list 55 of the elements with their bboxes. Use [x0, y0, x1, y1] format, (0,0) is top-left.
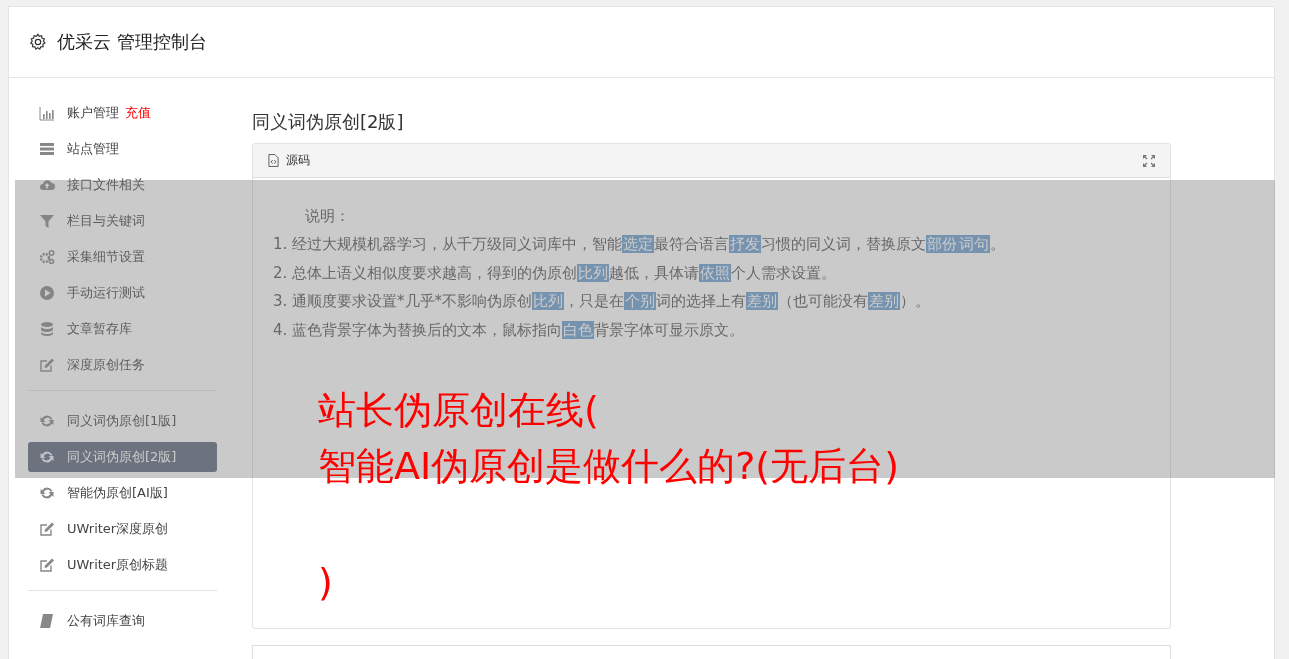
sidebar-item[interactable]: 公有词库查询 [28, 606, 217, 636]
menu-label: 公有词库查询 [67, 612, 145, 630]
overlay-caption-line: 站长伪原创在线( [318, 387, 600, 434]
sidebar-item[interactable]: 手动运行测试 [28, 278, 217, 308]
sidebar-item[interactable]: 接口文件相关 [28, 170, 217, 200]
sidebar-item[interactable]: 同义词伪原创[1版] [28, 406, 217, 436]
fullscreen-icon[interactable] [1142, 153, 1156, 168]
sidebar-item[interactable]: 同义词伪原创[2版] [28, 442, 217, 472]
settings-icon [29, 33, 47, 51]
console-title: 优采云 管理控制台 [57, 30, 207, 54]
play-icon [39, 285, 55, 301]
code-file-icon [268, 154, 279, 167]
refresh-icon [39, 485, 55, 501]
explanation-heading: 说明： [304, 206, 351, 227]
overlay-caption-line: 智能AI伪原创是做什么的?(无后台) [318, 443, 900, 490]
menu-label: 同义词伪原创[1版] [67, 412, 177, 430]
sidebar-item[interactable]: 栏目与关键词 [28, 206, 217, 236]
edit-icon [39, 357, 55, 373]
menu-label: 站点管理 [67, 140, 119, 158]
sidebar-item[interactable]: 采集细节设置 [28, 242, 217, 272]
edit-icon [39, 557, 55, 573]
menu-label: 文章暂存库 [67, 320, 132, 338]
explanation-line: 2. 总体上语义相似度要求越高，得到的伪原创比列越低，具体请依照个人需求设置。 [273, 262, 838, 284]
menu-label: 账户管理 [67, 104, 119, 122]
menu-label: 采集细节设置 [67, 248, 145, 266]
menu-label: UWriter深度原创 [67, 520, 169, 538]
menu-label: 深度原创任务 [67, 356, 145, 374]
refresh-icon [39, 449, 55, 465]
page-title: 同义词伪原创[2版] [252, 110, 405, 134]
sidebar-item[interactable]: UWriter原创标题 [28, 550, 217, 580]
explanation-line: 4. 蓝色背景字体为替换后的文本，鼠标指向 白色背景字体可显示原文。 [273, 319, 746, 341]
sidebar-item[interactable]: 智能伪原创[AI版] [28, 478, 217, 508]
filter-icon [39, 213, 55, 229]
source-button[interactable]: 源码 [268, 152, 310, 169]
recharge-link[interactable]: 充值 [125, 104, 151, 122]
explanation-line: 3. 通顺度要求设置*几乎*不影响伪原创比列，只是在个别词的选择上有差别（也可能没有差别）。 [273, 291, 932, 312]
cloud-upload-icon [39, 177, 55, 193]
menu-label: 栏目与关键词 [67, 212, 145, 230]
overlay-caption-line: ) [318, 559, 334, 606]
sidebar-item[interactable]: 深度原创任务 [28, 350, 217, 380]
menu-label: 同义词伪原创[2版] [67, 448, 177, 466]
edit-icon [39, 521, 55, 537]
sidebar-item[interactable]: 站点管理 [28, 134, 217, 164]
bar-chart-icon [39, 105, 55, 121]
menu-label: 智能伪原创[AI版] [67, 484, 168, 502]
menu-label: 接口文件相关 [67, 176, 145, 194]
menu-label: UWriter原创标题 [67, 556, 169, 574]
refresh-icon [39, 413, 55, 429]
sidebar-item[interactable]: 账户管理 充值 [28, 98, 217, 128]
sidebar-item[interactable]: 文章暂存库 [28, 314, 217, 344]
server-icon [39, 141, 55, 157]
sidebar-item[interactable]: UWriter深度原创 [28, 514, 217, 544]
explanation-line: 1. 经过大规模机器学习，从千万级同义词库中，智能选定最符合语言抒发习惯的同义词，替换原文部份词句。 [273, 234, 1007, 255]
database-icon [39, 321, 55, 337]
menu-label: 手动运行测试 [67, 284, 145, 302]
